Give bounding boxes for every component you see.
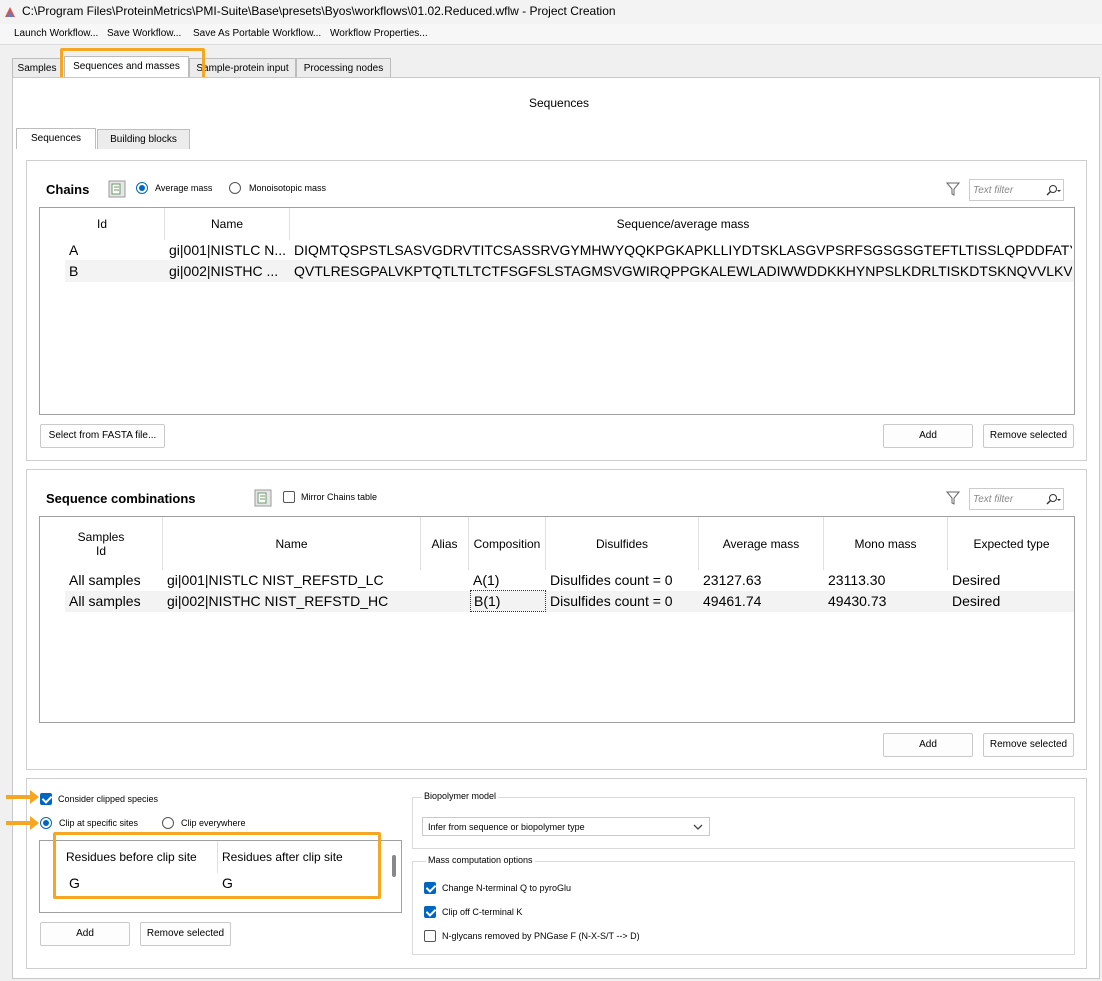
- edit-sheet-icon[interactable]: [253, 488, 273, 508]
- pngase-label: N-glycans removed by PNGase F (N-X-S/T -…: [442, 931, 640, 941]
- column-header-alias[interactable]: Alias: [421, 517, 469, 570]
- column-header-disulfides[interactable]: Disulfides: [546, 517, 699, 570]
- combo-disulfides[interactable]: Disulfides count = 0: [550, 593, 673, 609]
- column-header-expected-type[interactable]: Expected type: [948, 517, 1074, 570]
- average-mass-radio[interactable]: [136, 182, 148, 194]
- combo-samples[interactable]: All samples: [69, 572, 141, 588]
- combo-name[interactable]: gi|001|NISTLC NIST_REFSTD_LC: [167, 572, 384, 588]
- chain-id[interactable]: B: [69, 263, 78, 279]
- combo-samples[interactable]: All samples: [69, 593, 141, 609]
- clip-add-button[interactable]: Add: [40, 922, 130, 946]
- filter-icon: [946, 182, 960, 196]
- launch-workflow-button[interactable]: Launch Workflow...: [14, 28, 98, 39]
- edit-sheet-icon[interactable]: [107, 179, 127, 199]
- subtab-sequences[interactable]: Sequences: [16, 128, 96, 149]
- filter-icon: [946, 491, 960, 505]
- combo-mono-mass[interactable]: 49430.73: [828, 593, 886, 609]
- app-icon: [5, 7, 15, 17]
- tab-sample-protein-input[interactable]: Sample-protein input: [189, 58, 296, 78]
- column-header-samples[interactable]: Samples Id: [40, 517, 163, 570]
- monoisotopic-mass-label: Monoisotopic mass: [249, 183, 327, 193]
- clip-specific-label: Clip at specific sites: [59, 818, 139, 828]
- scrollbar-thumb[interactable]: [392, 855, 396, 877]
- chains-table: Id Name Sequence/average mass A gi|001|N…: [39, 207, 1075, 415]
- save-workflow-button[interactable]: Save Workflow...: [107, 28, 181, 39]
- column-header-name[interactable]: Name: [163, 517, 421, 570]
- column-header-name[interactable]: Name: [165, 208, 290, 240]
- biopolymer-model-select[interactable]: Infer from sequence or biopolymer type: [422, 817, 710, 836]
- chains-filter-input[interactable]: Text filter: [969, 179, 1064, 201]
- chain-name[interactable]: gi|002|NISTHC ...: [169, 263, 289, 279]
- combos-add-button[interactable]: Add: [883, 733, 973, 757]
- title-bar: C:\Program Files\ProteinMetrics\PMI-Suit…: [0, 0, 1102, 24]
- biopolymer-model-value: Infer from sequence or biopolymer type: [428, 822, 585, 832]
- workflow-properties-button[interactable]: Workflow Properties...: [330, 28, 428, 39]
- column-header-sequence[interactable]: Sequence/average mass: [290, 208, 1074, 240]
- combo-expected-type[interactable]: Desired: [952, 593, 1000, 609]
- chains-add-button[interactable]: Add: [883, 424, 973, 448]
- search-icon[interactable]: [1045, 184, 1061, 197]
- consider-clipped-label: Consider clipped species: [58, 794, 159, 804]
- chain-name[interactable]: gi|001|NISTLC N...: [169, 242, 289, 258]
- window-title: C:\Program Files\ProteinMetrics\PMI-Suit…: [22, 4, 616, 18]
- combo-average-mass[interactable]: 49461.74: [703, 593, 761, 609]
- subtab-building-blocks[interactable]: Building blocks: [97, 129, 190, 149]
- highlight-box-residues: [53, 832, 381, 899]
- sequence-combinations-title: Sequence combinations: [46, 491, 196, 506]
- column-header-mono-mass[interactable]: Mono mass: [824, 517, 948, 570]
- combos-filter-input[interactable]: Text filter: [969, 488, 1064, 510]
- chain-id[interactable]: A: [69, 242, 78, 258]
- pyroglu-checkbox[interactable]: [424, 882, 436, 894]
- pngase-checkbox[interactable]: [424, 930, 436, 942]
- clip-c-terminal-k-label: Clip off C-terminal K: [442, 907, 523, 917]
- combo-composition-focused[interactable]: B(1): [470, 590, 546, 612]
- mirror-chains-label: Mirror Chains table: [301, 492, 378, 502]
- select-fasta-button[interactable]: Select from FASTA file...: [40, 424, 165, 448]
- consider-clipped-checkbox[interactable]: [40, 793, 52, 805]
- chains-filter-placeholder: Text filter: [973, 185, 1014, 196]
- combo-composition[interactable]: A(1): [473, 572, 499, 588]
- combo-disulfides[interactable]: Disulfides count = 0: [550, 572, 673, 588]
- combos-remove-button[interactable]: Remove selected: [983, 733, 1074, 757]
- callout-arrow: [6, 790, 39, 804]
- clip-remove-button[interactable]: Remove selected: [140, 922, 231, 946]
- clip-everywhere-radio[interactable]: [162, 817, 174, 829]
- combinations-table: Samples Id Name Alias Composition Disulf…: [39, 516, 1075, 723]
- search-icon[interactable]: [1045, 493, 1061, 506]
- mass-options-title: Mass computation options: [426, 855, 535, 865]
- section-title: Sequences: [529, 96, 590, 110]
- tab-processing-nodes[interactable]: Processing nodes: [296, 58, 391, 78]
- combo-average-mass[interactable]: 23127.63: [703, 572, 761, 588]
- tab-samples[interactable]: Samples: [12, 58, 62, 78]
- chains-remove-button[interactable]: Remove selected: [983, 424, 1074, 448]
- combos-filter-placeholder: Text filter: [973, 494, 1014, 505]
- clip-specific-radio[interactable]: [40, 817, 52, 829]
- clip-c-terminal-k-checkbox[interactable]: [424, 906, 436, 918]
- column-header-id[interactable]: Id: [40, 208, 165, 240]
- chains-title: Chains: [46, 182, 90, 197]
- biopolymer-model-title: Biopolymer model: [422, 791, 499, 801]
- toolbar: Launch Workflow... Save Workflow... Save…: [0, 24, 1102, 45]
- chevron-down-icon: [693, 824, 703, 830]
- combo-mono-mass[interactable]: 23113.30: [828, 572, 885, 588]
- column-header-average-mass[interactable]: Average mass: [699, 517, 824, 570]
- average-mass-label: Average mass: [155, 183, 213, 193]
- monoisotopic-mass-radio[interactable]: [229, 182, 241, 194]
- chain-sequence[interactable]: DIQMTQSPSTLSASVGDRVTITCSASSRVGYMHWYQQKPG…: [294, 242, 1072, 258]
- column-header-composition[interactable]: Composition: [469, 517, 546, 570]
- mirror-chains-checkbox[interactable]: [283, 491, 295, 503]
- pyroglu-label: Change N-terminal Q to pyroGlu: [442, 883, 572, 893]
- clip-everywhere-label: Clip everywhere: [181, 818, 246, 828]
- combo-expected-type[interactable]: Desired: [952, 572, 1000, 588]
- chain-sequence[interactable]: QVTLRESGPALVKPTQTLTLTCTFSGFSLSTAGMSVGWIR…: [294, 263, 1072, 279]
- save-portable-workflow-button[interactable]: Save As Portable Workflow...: [193, 28, 321, 39]
- callout-arrow: [6, 816, 39, 830]
- combo-name[interactable]: gi|002|NISTHC NIST_REFSTD_HC: [167, 593, 388, 609]
